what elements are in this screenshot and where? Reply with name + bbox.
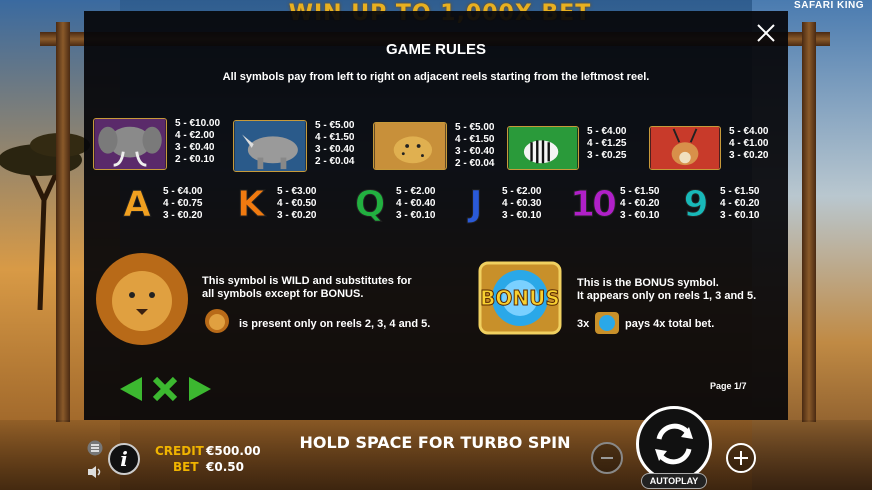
paytable-item-zebra: 5 - €4.00 4 - €1.25 3 - €0.25 — [507, 126, 626, 170]
ten-symbol-icon: 10 — [569, 184, 617, 225]
turbo-spin-hint: HOLD SPACE FOR TURBO SPIN — [299, 433, 571, 452]
paytable-values: 5 - €2.00 4 - €0.40 3 - €0.10 — [396, 186, 436, 221]
paytable-values: 5 - €2.00 4 - €0.30 3 - €0.10 — [502, 186, 542, 221]
paytable-values: 5 - €1.50 4 - €0.20 3 - €0.10 — [720, 186, 760, 221]
nine-symbol-icon: 9 — [683, 184, 709, 225]
increase-bet-button[interactable] — [726, 443, 756, 473]
antelope-symbol-icon — [649, 126, 721, 170]
plus-icon — [734, 451, 748, 465]
bet-value: €0.50 — [206, 460, 244, 474]
spin-arrows-icon — [655, 423, 693, 465]
rules-intro: All symbols pay from left to right on ad… — [222, 71, 650, 83]
rhino-symbol-icon — [233, 120, 307, 172]
rules-title: GAME RULES — [385, 41, 486, 58]
q-symbol-icon: Q — [354, 184, 386, 225]
close-rules-x-icon[interactable] — [151, 375, 179, 403]
paytable-item-rhino: 5 - €5.00 4 - €1.50 3 - €0.40 2 - €0.04 — [233, 120, 354, 172]
lion-small-icon — [205, 309, 229, 333]
cheetah-symbol-icon — [373, 122, 447, 170]
paytable-values: 5 - €3.00 4 - €0.50 3 - €0.20 — [277, 186, 317, 221]
paytable-values: 5 - €5.00 4 - €1.50 3 - €0.40 2 - €0.04 — [455, 122, 495, 169]
paytable-values: 5 - €1.50 4 - €0.20 3 - €0.10 — [620, 186, 660, 221]
paytable-values: 5 - €4.00 4 - €1.00 3 - €0.20 — [729, 126, 769, 161]
paytable-item-q: Q 5 - €2.00 4 - €0.40 3 - €0.10 — [350, 184, 436, 225]
acacia-tree-icon — [0, 133, 90, 310]
a-symbol-icon: A — [123, 184, 152, 225]
bonus-small-icon — [595, 312, 619, 334]
j-symbol-icon: J — [469, 184, 483, 225]
bonus-description: This is the BONUS symbol. It appears onl… — [577, 277, 757, 302]
paytable-item-10: 10 5 - €1.50 4 - €0.20 3 - €0.10 — [568, 184, 660, 225]
menu-icon[interactable] — [87, 440, 103, 456]
game-logo: SAFARI KING — [794, 0, 864, 11]
paytable-item-elephant: 5 - €10.00 4 - €2.00 3 - €0.40 2 - €0.10 — [93, 118, 220, 170]
previous-page-arrow-icon[interactable] — [118, 375, 144, 403]
paytable-values: 5 - €10.00 4 - €2.00 3 - €0.40 2 - €0.10 — [175, 118, 221, 165]
bonus-pays-text: pays 4x total bet. — [625, 318, 715, 330]
paytable-values: 5 - €4.00 4 - €0.75 3 - €0.20 — [163, 186, 203, 221]
paytable-item-k: K 5 - €3.00 4 - €0.50 3 - €0.20 — [231, 184, 317, 225]
minus-icon — [601, 457, 613, 459]
k-symbol-icon: K — [237, 184, 266, 225]
spin-button[interactable] — [636, 406, 712, 482]
sound-icon[interactable] — [87, 465, 103, 479]
info-button[interactable]: i — [108, 443, 140, 475]
autoplay-button[interactable]: AUTOPLAY — [641, 473, 707, 489]
paytable-values: 5 - €4.00 4 - €1.25 3 - €0.25 — [587, 126, 627, 161]
paytable-item-9: 9 5 - €1.50 4 - €0.20 3 - €0.10 — [676, 184, 760, 225]
paytable-item-j: J 5 - €2.00 4 - €0.30 3 - €0.10 — [456, 184, 542, 225]
paytable-item-antelope: 5 - €4.00 4 - €1.00 3 - €0.20 — [649, 126, 768, 170]
lion-wild-symbol-icon — [96, 253, 188, 345]
credit-label: CREDIT — [155, 444, 204, 458]
wild-reels-text: is present only on reels 2, 3, 4 and 5. — [239, 318, 431, 330]
bonus-symbol: BONUS — [472, 257, 568, 339]
bet-label: BET — [173, 460, 199, 474]
decrease-bet-button[interactable] — [591, 442, 623, 474]
paytable-item-a: A 5 - €4.00 4 - €0.75 3 - €0.20 — [117, 184, 203, 225]
page-indicator: Page 1/7 — [710, 381, 747, 391]
next-page-arrow-icon[interactable] — [187, 375, 213, 403]
paytable-item-cheetah: 5 - €5.00 4 - €1.50 3 - €0.40 2 - €0.04 — [373, 122, 494, 170]
zebra-symbol-icon — [507, 126, 579, 170]
wild-description: This symbol is WILD and substitutes for … — [202, 275, 412, 300]
bonus-pays-prefix: 3x — [577, 318, 590, 330]
paytable-values: 5 - €5.00 4 - €1.50 3 - €0.40 2 - €0.04 — [315, 120, 355, 167]
credit-value: €500.00 — [206, 444, 261, 458]
bonus-badge-text: BONUS — [480, 286, 561, 311]
elephant-symbol-icon — [93, 118, 167, 170]
